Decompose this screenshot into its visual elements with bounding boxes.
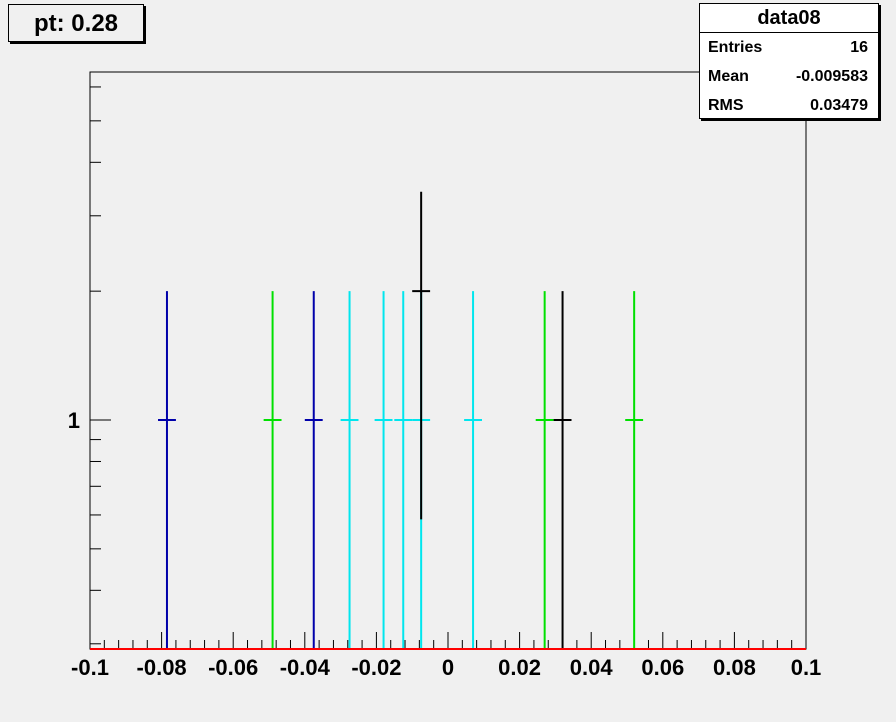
stats-value: 16	[850, 39, 868, 56]
stats-label: RMS	[708, 97, 744, 114]
stats-row-mean: Mean -0.009583	[700, 62, 878, 91]
x-tick-label: 0.06	[641, 655, 684, 680]
stats-value: 0.03479	[810, 97, 868, 114]
stats-label: Mean	[708, 68, 749, 85]
plot-title: pt: 0.28	[8, 4, 144, 42]
x-tick-label: 0.04	[570, 655, 614, 680]
x-tick-label: -0.06	[208, 655, 258, 680]
x-tick-label: 0.02	[498, 655, 541, 680]
x-tick-label: -0.08	[137, 655, 187, 680]
stats-value: -0.009583	[795, 68, 868, 85]
x-tick-label: 0.1	[791, 655, 822, 680]
stats-row-rms: RMS 0.03479	[700, 91, 878, 120]
stats-label: Entries	[708, 39, 763, 56]
stats-row-entries: Entries 16	[700, 33, 878, 62]
stats-box: data08 Entries 16 Mean -0.009583 RMS 0.0…	[699, 3, 879, 119]
stats-name: data08	[700, 4, 878, 33]
x-tick-label: -0.04	[280, 655, 331, 680]
x-tick-label: -0.02	[351, 655, 401, 680]
x-tick-label: 0.08	[713, 655, 756, 680]
y-tick-label: 1	[68, 408, 80, 433]
plot-frame	[89, 71, 807, 650]
x-tick-label: 0	[442, 655, 454, 680]
x-tick-label: -0.1	[71, 655, 109, 680]
